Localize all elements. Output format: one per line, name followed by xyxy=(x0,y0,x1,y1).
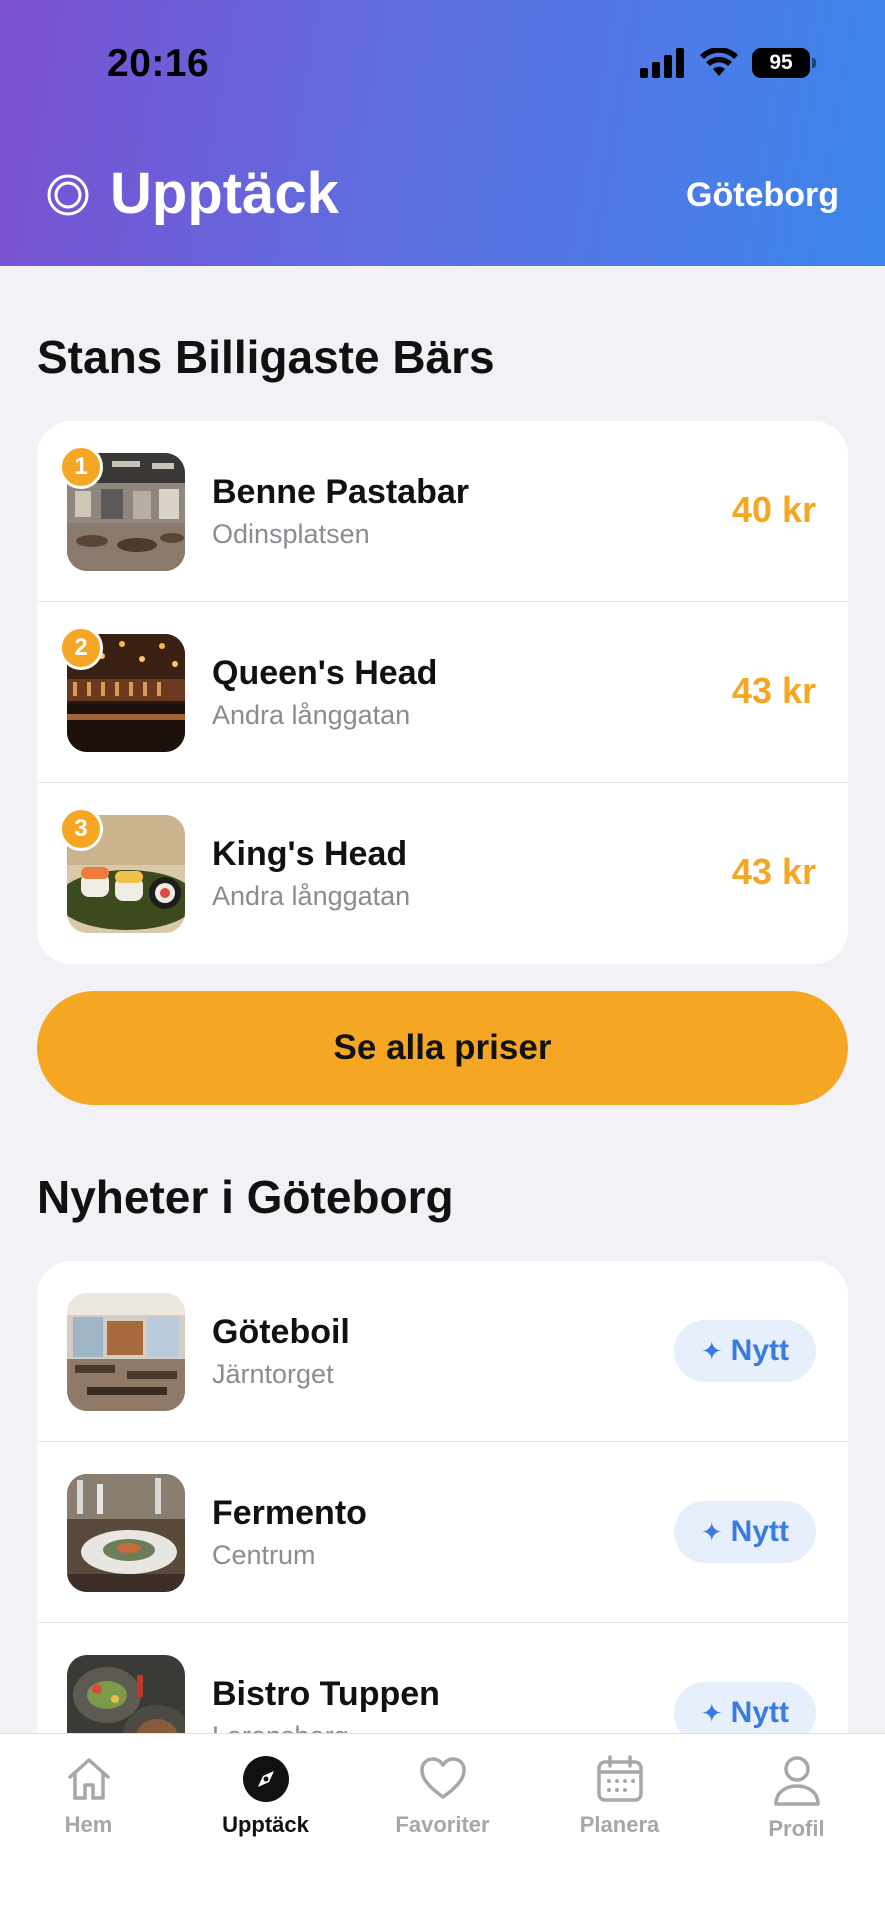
list-item[interactable]: Göteboil Järntorget ✦ Nytt xyxy=(37,1261,848,1442)
status-icons: 95 xyxy=(640,48,816,78)
venue-image xyxy=(67,1655,185,1733)
new-badge-label: Nytt xyxy=(730,1334,789,1367)
compass-icon xyxy=(242,1756,289,1802)
sparkle-icon: ✦ xyxy=(700,1516,723,1547)
tab-discover[interactable]: Upptäck xyxy=(177,1754,354,1838)
beer-price: 40 kr xyxy=(731,489,816,530)
sparkle-icon: ✦ xyxy=(700,1335,723,1366)
news-section-title: Nyheter i Göteborg xyxy=(37,1171,454,1223)
tab-label: Upptäck xyxy=(222,1812,309,1837)
venue-location: Andra långgatan xyxy=(212,881,411,911)
beer-price: 43 kr xyxy=(731,670,816,711)
venue-name: Göteboil xyxy=(212,1313,350,1351)
tab-label: Planera xyxy=(579,1812,660,1837)
page-title: Upptäck xyxy=(110,161,339,226)
list-item[interactable]: 1 Benne Pastabar Odinsplatsen 40 kr xyxy=(37,421,848,602)
new-badge: ✦ Nytt xyxy=(673,1320,816,1382)
venue-name: Bistro Tuppen xyxy=(212,1675,440,1713)
rank-badge: 3 xyxy=(59,807,103,851)
venue-location: Järntorget xyxy=(212,1359,334,1389)
venue-image xyxy=(67,1293,185,1411)
wifi-icon xyxy=(700,48,738,76)
venue-location: Andra långgatan xyxy=(212,700,411,730)
calendar-icon xyxy=(596,1755,643,1802)
tab-favorites[interactable]: Favoriter xyxy=(354,1754,531,1838)
venue-location: Odinsplatsen xyxy=(212,519,370,549)
list-item[interactable]: 3 King's Head Andra långgatan 43 kr xyxy=(37,783,848,964)
heart-icon xyxy=(419,1757,466,1799)
list-item[interactable]: Bistro Tuppen Lorensberg ✦ Nytt xyxy=(37,1623,848,1733)
new-badge-label: Nytt xyxy=(730,1696,789,1729)
tab-label: Profil xyxy=(768,1816,825,1841)
rank-badge: 2 xyxy=(59,626,103,670)
tab-profile[interactable]: Profil xyxy=(708,1754,885,1842)
app-header: 20:16 95 Upptäck Göteborg xyxy=(0,0,885,266)
list-item[interactable]: Fermento Centrum ✦ Nytt xyxy=(37,1442,848,1623)
city-selector[interactable]: Göteborg xyxy=(686,176,839,215)
see-all-prices-button[interactable]: Se alla priser xyxy=(37,991,848,1105)
tab-plan[interactable]: Planera xyxy=(531,1754,708,1838)
beer-price: 43 kr xyxy=(731,851,816,892)
sparkle-icon: ✦ xyxy=(700,1697,723,1728)
tab-home[interactable]: Hem xyxy=(0,1754,177,1838)
home-icon xyxy=(67,1758,110,1800)
rank-badge: 1 xyxy=(59,445,103,489)
venue-name: Queen's Head xyxy=(212,654,438,692)
tab-label: Favoriter xyxy=(395,1812,490,1837)
status-time: 20:16 xyxy=(107,42,210,85)
target-logo-icon xyxy=(47,174,89,216)
cheapest-section-title: Stans Billigaste Bärs xyxy=(37,331,495,383)
new-badge: ✦ Nytt xyxy=(673,1501,816,1563)
venue-name: Fermento xyxy=(212,1494,367,1532)
venue-image xyxy=(67,1474,185,1592)
new-badge: ✦ Nytt xyxy=(673,1682,816,1733)
venue-location: Centrum xyxy=(212,1540,316,1570)
new-badge-label: Nytt xyxy=(730,1515,789,1548)
tab-bar: Hem Upptäck Favoriter Planera Profil xyxy=(0,1733,885,1920)
venue-name: Benne Pastabar xyxy=(212,473,469,511)
tab-label: Hem xyxy=(64,1812,113,1837)
battery-icon: 95 xyxy=(752,48,816,78)
venue-location: Lorensberg xyxy=(212,1721,349,1733)
cheapest-list: 1 Benne Pastabar Odinsplatsen 40 kr 2 Qu… xyxy=(37,421,848,964)
person-icon xyxy=(773,1756,820,1806)
venue-name: King's Head xyxy=(212,835,408,873)
list-item[interactable]: 2 Queen's Head Andra långgatan 43 kr xyxy=(37,602,848,783)
signal-icon xyxy=(640,48,684,78)
news-list: Göteboil Järntorget ✦ Nytt Fermento Cent… xyxy=(37,1261,848,1733)
battery-level: 95 xyxy=(769,51,793,74)
